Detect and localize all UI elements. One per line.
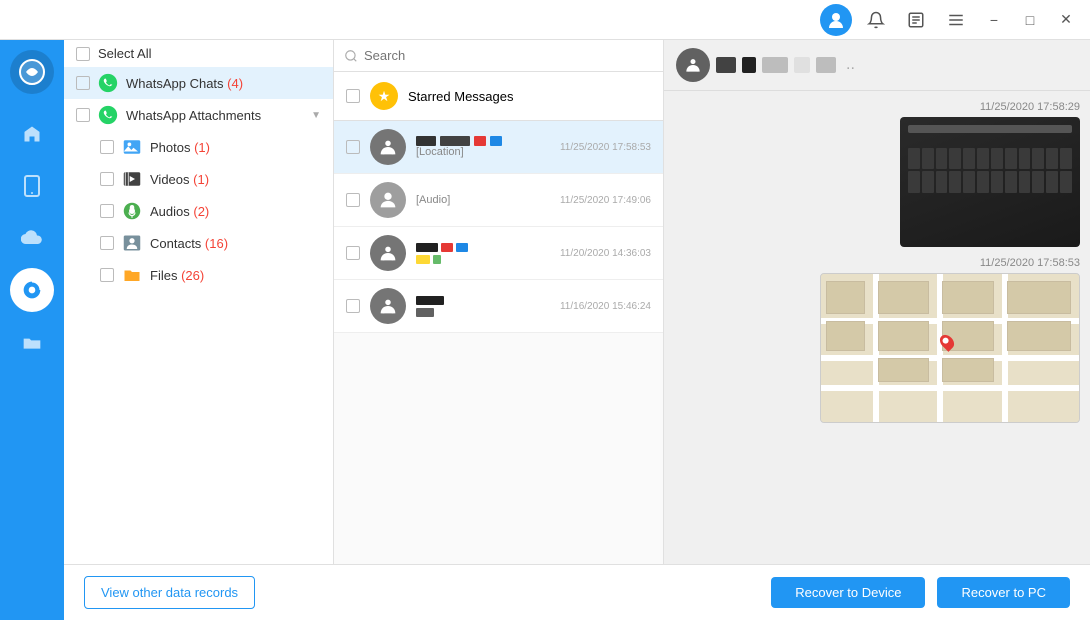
preview-map	[820, 273, 1080, 423]
tree-item-contacts[interactable]: Contacts (16)	[64, 227, 333, 259]
tree-item-whatsapp-chats[interactable]: WhatsApp Chats (4)	[64, 67, 333, 99]
search-icon	[344, 49, 358, 63]
preview-image-1	[900, 117, 1080, 247]
starred-messages-row[interactable]: ★ Starred Messages	[334, 72, 663, 121]
files-label: Files (26)	[150, 268, 321, 283]
tree-item-videos[interactable]: Videos (1)	[64, 163, 333, 195]
msg4-content	[416, 296, 550, 317]
whatsapp-attachments-checkbox[interactable]	[76, 108, 90, 122]
videos-icon	[122, 169, 142, 189]
starred-checkbox[interactable]	[346, 89, 360, 103]
tree-item-audios[interactable]: Audios (2)	[64, 195, 333, 227]
notification-icon[interactable]	[860, 4, 892, 36]
tree-item-photos[interactable]: Photos (1)	[64, 131, 333, 163]
msg4-avatar	[370, 288, 406, 324]
videos-label: Videos (1)	[150, 172, 321, 187]
sidebar-item-cloud[interactable]	[10, 216, 54, 260]
msg3-time: 11/20/2020 14:36:03	[560, 248, 651, 259]
contact-name-block-4	[794, 57, 810, 73]
msg3-content	[416, 243, 550, 264]
contact-name-block-3	[762, 57, 788, 73]
msg1-avatar	[370, 129, 406, 165]
contact-name-block-5	[816, 57, 836, 73]
middle-pane: ★ Starred Messages	[334, 40, 664, 564]
minimize-button[interactable]: −	[980, 6, 1008, 34]
photos-label: Photos (1)	[150, 140, 321, 155]
files-icon	[122, 265, 142, 285]
select-all-checkbox[interactable]	[76, 47, 90, 61]
msg4-checkbox[interactable]	[346, 299, 360, 313]
dots-label: ..	[846, 56, 855, 74]
left-pane: Select All WhatsApp Chats (4)	[64, 40, 334, 564]
message-list: [Location] 11/25/2020 17:58:53	[334, 121, 663, 564]
right-pane: .. 11/25/2020 17:58:29	[664, 40, 1090, 564]
sidebar	[0, 40, 64, 620]
message-row[interactable]: [Audio] 11/25/2020 17:49:06	[334, 174, 663, 227]
whatsapp-icon	[98, 73, 118, 93]
view-other-data-button[interactable]: View other data records	[84, 576, 255, 609]
contact-tabs: ..	[664, 40, 1090, 91]
photos-icon	[122, 137, 142, 157]
message-row[interactable]: [Location] 11/25/2020 17:58:53	[334, 121, 663, 174]
audios-label: Audios (2)	[150, 204, 321, 219]
msg2-content: [Audio]	[416, 194, 550, 206]
msg1-preview: [Location]	[416, 146, 550, 158]
contact-name-block-2	[742, 57, 756, 73]
audios-checkbox[interactable]	[100, 204, 114, 218]
msg3-avatar	[370, 235, 406, 271]
app-logo	[10, 50, 54, 94]
contact-name-block-1	[716, 57, 736, 73]
sidebar-item-home[interactable]	[10, 112, 54, 156]
recover-to-device-button[interactable]: Recover to Device	[771, 577, 925, 608]
starred-messages-label: Starred Messages	[408, 89, 514, 104]
files-checkbox[interactable]	[100, 268, 114, 282]
document-icon[interactable]	[900, 4, 932, 36]
star-icon: ★	[370, 82, 398, 110]
sidebar-item-music[interactable]	[10, 268, 54, 312]
contacts-icon	[122, 233, 142, 253]
message-row[interactable]: 11/20/2020 14:36:03	[334, 227, 663, 280]
search-input[interactable]	[364, 48, 653, 63]
msg4-time: 11/16/2020 15:46:24	[560, 301, 651, 312]
message-row[interactable]: 11/16/2020 15:46:24	[334, 280, 663, 333]
msg1-content: [Location]	[416, 136, 550, 158]
audios-icon	[122, 201, 142, 221]
preview-area: 11/25/2020 17:58:29	[664, 91, 1090, 564]
preview-timestamp-1: 11/25/2020 17:58:29	[980, 101, 1080, 113]
msg1-checkbox[interactable]	[346, 140, 360, 154]
tree-item-whatsapp-attachments[interactable]: WhatsApp Attachments ▼	[64, 99, 333, 131]
preview-timestamp-2: 11/25/2020 17:58:53	[980, 257, 1080, 269]
close-button[interactable]: ✕	[1052, 6, 1080, 34]
recover-to-pc-button[interactable]: Recover to PC	[937, 577, 1070, 608]
contacts-checkbox[interactable]	[100, 236, 114, 250]
msg2-time: 11/25/2020 17:49:06	[560, 195, 651, 206]
contacts-label: Contacts (16)	[150, 236, 321, 251]
user-avatar-icon[interactable]	[820, 4, 852, 36]
title-bar: − □ ✕	[0, 0, 1090, 40]
msg1-time: 11/25/2020 17:58:53	[560, 142, 651, 153]
whatsapp-attachments-label: WhatsApp Attachments	[126, 108, 303, 123]
msg2-preview: [Audio]	[416, 194, 550, 206]
maximize-button[interactable]: □	[1016, 6, 1044, 34]
expand-icon: ▼	[311, 110, 321, 121]
videos-checkbox[interactable]	[100, 172, 114, 186]
search-bar	[334, 40, 663, 72]
sidebar-item-files[interactable]	[10, 320, 54, 364]
msg2-checkbox[interactable]	[346, 193, 360, 207]
whatsapp-chats-checkbox[interactable]	[76, 76, 90, 90]
menu-icon[interactable]	[940, 4, 972, 36]
photos-checkbox[interactable]	[100, 140, 114, 154]
msg2-avatar	[370, 182, 406, 218]
whatsapp-attachments-icon	[98, 105, 118, 125]
msg3-checkbox[interactable]	[346, 246, 360, 260]
bottom-bar: View other data records Recover to Devic…	[64, 564, 1090, 620]
sidebar-item-device[interactable]	[10, 164, 54, 208]
contact-tab-1[interactable]	[676, 48, 710, 82]
whatsapp-chats-label: WhatsApp Chats (4)	[126, 76, 321, 91]
tree-item-files[interactable]: Files (26)	[64, 259, 333, 291]
select-all-label: Select All	[98, 46, 151, 61]
select-all-row[interactable]: Select All	[64, 40, 333, 67]
